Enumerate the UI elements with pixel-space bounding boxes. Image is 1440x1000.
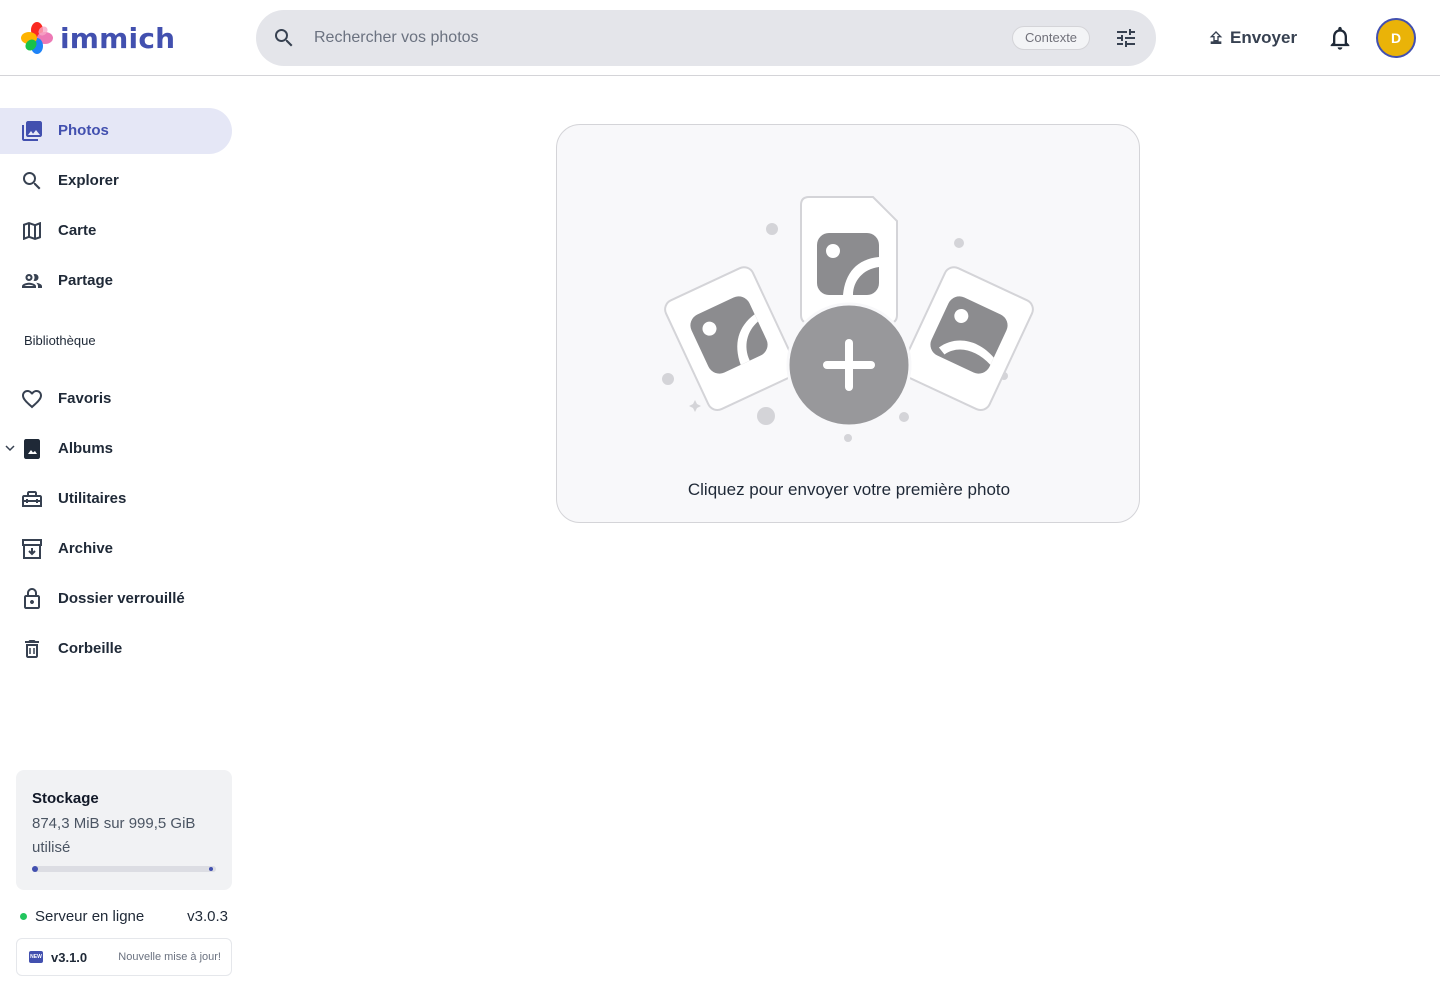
app-name: immich <box>60 21 176 55</box>
new-badge-icon: NEW <box>29 951 43 963</box>
album-icon <box>24 439 40 459</box>
sidebar-item-label: Carte <box>58 222 97 239</box>
heart-icon <box>22 390 42 409</box>
sidebar-item-favoris[interactable]: Favoris <box>0 376 232 422</box>
immich-pinwheel-icon <box>21 22 53 54</box>
map-icon <box>23 222 41 240</box>
update-text: Nouvelle mise à jour! <box>118 951 221 963</box>
empty-photos-illustration-icon <box>662 196 1034 442</box>
update-notice[interactable]: NEW v3.1.0 Nouvelle mise à jour! <box>16 938 232 976</box>
search-bar[interactable]: Contexte <box>256 10 1156 66</box>
upload-first-photo-card[interactable]: Cliquez pour envoyer votre première phot… <box>556 124 1140 523</box>
storage-progress-fill <box>32 866 38 872</box>
lock-icon <box>24 588 40 609</box>
sidebar-item-corbeille[interactable]: Corbeille <box>0 626 232 672</box>
sidebar-item-label: Utilitaires <box>58 490 127 507</box>
server-version: v3.0.3 <box>187 908 228 925</box>
sidebar-item-partage[interactable]: Partage <box>0 258 232 304</box>
update-version: v3.1.0 <box>51 950 88 965</box>
sidebar-item-label: Albums <box>58 440 114 457</box>
server-online-indicator <box>20 913 27 920</box>
user-avatar[interactable]: D <box>1376 18 1416 58</box>
upload-button[interactable]: Envoyer <box>1198 18 1307 58</box>
sidebar-item-label: Explorer <box>58 172 119 189</box>
server-status-label: Serveur en ligne <box>35 908 145 925</box>
sidebar-item-label: Favoris <box>58 390 112 407</box>
server-status: Serveur en ligne v3.0.3 <box>20 908 228 928</box>
sidebar-item-archive[interactable]: Archive <box>0 526 232 572</box>
search-input[interactable] <box>314 10 994 66</box>
storage-bar-end-marker <box>209 867 213 871</box>
upload-label: Envoyer <box>1230 28 1298 47</box>
sidebar: Photos Explorer Carte Partage Bibliothèq… <box>0 76 240 1000</box>
photos-icon <box>22 121 42 141</box>
sidebar-item-label: Corbeille <box>58 640 123 657</box>
upload-caption: Cliquez pour envoyer votre première phot… <box>687 480 1011 499</box>
search-filter-icon[interactable] <box>1114 26 1138 50</box>
sidebar-item-label: Dossier verrouillé <box>58 590 185 607</box>
context-search-chip[interactable]: Contexte <box>1012 26 1091 50</box>
search-icon[interactable] <box>272 26 296 50</box>
immich-logo[interactable]: immich <box>20 20 175 56</box>
sidebar-item-utilitaires[interactable]: Utilitaires <box>0 476 232 522</box>
sidebar-item-label: Photos <box>58 122 109 139</box>
upload-icon <box>1209 31 1223 44</box>
storage-progress-bar <box>32 866 216 872</box>
notifications-bell-icon[interactable] <box>1326 24 1354 52</box>
sidebar-item-dossier-verrouille[interactable]: Dossier verrouillé <box>0 576 232 622</box>
sidebar-item-explorer[interactable]: Explorer <box>0 158 232 204</box>
sidebar-item-albums[interactable]: Albums <box>0 426 232 472</box>
top-bar: immich Contexte Envoyer D <box>0 0 1440 76</box>
trash-icon <box>25 640 39 658</box>
sidebar-item-photos[interactable]: Photos <box>0 108 232 154</box>
sidebar-item-label: Archive <box>58 540 114 557</box>
archive-icon <box>22 539 42 559</box>
search-icon <box>23 172 41 190</box>
library-section-label: Bibliothèque <box>24 333 96 348</box>
chevron-down-icon[interactable] <box>4 442 16 454</box>
storage-title: Stockage <box>32 790 99 807</box>
sidebar-item-label: Partage <box>58 272 114 289</box>
sidebar-item-carte[interactable]: Carte <box>0 208 232 254</box>
toolbox-icon <box>22 491 42 507</box>
storage-panel: Stockage 874,3 MiB sur 999,5 GiB utilisé <box>16 770 232 890</box>
storage-usage-text: 874,3 MiB sur 999,5 GiB utilisé <box>32 815 196 856</box>
people-icon <box>22 274 42 288</box>
